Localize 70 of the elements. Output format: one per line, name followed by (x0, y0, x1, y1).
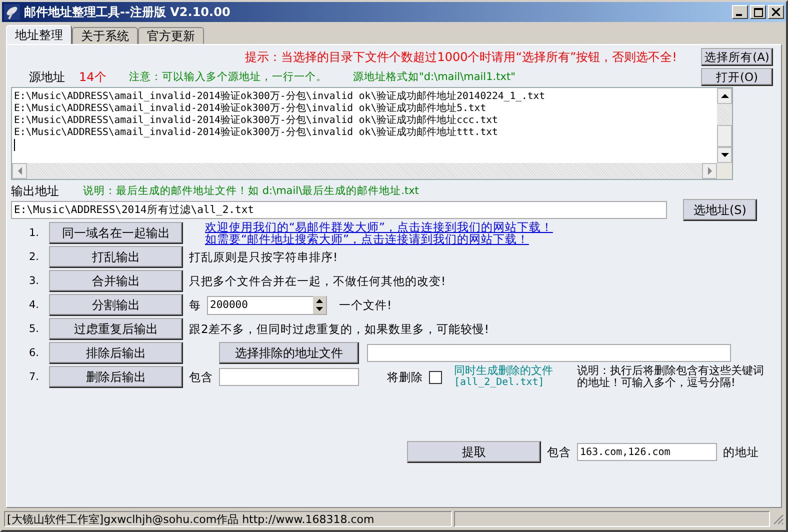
output-note: 说明：最后生成的邮件地址文件！如 d:\mail\最后生成的邮件地址.txt (83, 184, 419, 198)
delete-file-note: 同时生成删除的文件 (454, 365, 553, 377)
tab[interactable]: 关于系统 (72, 27, 138, 44)
format-note: 源地址格式如"d:\mail\mail1.txt" (353, 70, 516, 84)
minimize-button[interactable] (732, 5, 748, 19)
spin-arrows-icon (313, 296, 326, 314)
file-suffix-label: 一个文件! (339, 298, 392, 312)
contains-label: 包含 (189, 370, 213, 384)
extract-button[interactable]: 提取 (407, 441, 541, 463)
vertical-scrollbar[interactable] (717, 88, 732, 179)
source-count: 14个 (79, 68, 108, 86)
delete-description: 说明：执行后将删除包含有这些关键词的地址！可输入多个，逗号分隔! (577, 365, 765, 389)
action-button[interactable]: 排除后输出 (49, 342, 183, 364)
output-label: 输出地址 (11, 182, 59, 200)
window-title: 邮件地址整理工具--注册版 V2.10.00 (24, 4, 232, 20)
source-note: 注意：可以输入多个源地址，一行一个。 (129, 70, 327, 84)
close-button[interactable] (768, 5, 784, 19)
delete-label: 将删除 (387, 370, 423, 384)
step-number: 3. (29, 275, 40, 287)
action-button[interactable]: 打乱输出 (49, 246, 183, 268)
step-number: 4. (29, 299, 40, 311)
tab[interactable]: 官方更新 (138, 27, 204, 44)
status-text: [大镜山软件工作室]gxwclhjh@sohu.com作品 http://www.168318.com (4, 511, 452, 527)
output-path-field[interactable]: E:\Music\ADDRESS\2014所有过滤\all_2.txt (11, 201, 667, 219)
scroll-thumb[interactable] (717, 125, 732, 147)
down-arrow-icon (720, 152, 728, 158)
action-note: 打乱原则是只按字符串排序! (189, 250, 338, 264)
action-note: 只把多个文件合并在一起，不做任何其他的改变! (189, 274, 446, 288)
contains-label: 包含 (547, 444, 571, 460)
source-text-area[interactable] (11, 87, 733, 180)
source-line: E:\Music\ADDRESS\amail_invalid-2014验证ok300万-分包\invalid ok\验证成功邮件地址ccc.txt (14, 115, 499, 126)
step-number: 5. (29, 323, 40, 335)
close-icon (772, 8, 780, 16)
address-suffix-label: 的地址 (723, 444, 759, 460)
action-button[interactable]: 分割输出 (49, 294, 183, 316)
maximize-button[interactable] (750, 5, 766, 19)
source-line: E:\Music\ADDRESS\amail_invalid-2014验证ok300万-分包\invalid ok\验证成功邮件地址5.txt (14, 103, 488, 114)
delete-file-name: [all_2_Del.txt] (454, 377, 546, 389)
resize-grip-icon[interactable] (772, 513, 784, 525)
step-number: 7. (29, 371, 40, 383)
exclude-file-field[interactable] (367, 344, 731, 362)
maximize-icon (754, 8, 762, 16)
step-number: 2. (29, 251, 40, 263)
action-button[interactable]: 同一域名在一起输出 (49, 222, 183, 244)
tab[interactable]: 地址整理 (6, 25, 72, 44)
horizontal-scrollbar[interactable] (12, 163, 717, 179)
split-count-spinner[interactable]: 200000 (207, 296, 327, 314)
action-button[interactable]: 合并输出 (49, 270, 183, 292)
action-note: 跟2差不多，但同时过虑重复的，如果数里多，可能较慢! (189, 322, 489, 336)
select-path-button[interactable]: 选地址(S) (683, 199, 757, 221)
domain-field[interactable]: 163.com,126.com (577, 443, 717, 461)
source-line: E:\Music\ADDRESS\amail_invalid-2014验证ok300万-分包\invalid ok\验证成功邮件地址ttt.txt (14, 127, 499, 139)
open-button[interactable]: 打开(O) (701, 68, 773, 86)
keyword-field[interactable] (219, 368, 359, 386)
each-label: 每 (189, 298, 201, 312)
hint-text: 提示：当选择的目录下文件个数超过1000个时请用“选择所有”按钮，否则选不全! (245, 48, 677, 66)
download-link[interactable]: 如需要“邮件地址搜索大师”，点击连接请到我们的网站下载！ (205, 233, 553, 245)
action-button[interactable]: 过虑重复后输出 (49, 318, 183, 340)
action-button[interactable]: 删除后输出 (49, 366, 183, 388)
source-label: 源地址 (29, 68, 65, 86)
download-link[interactable]: 欢迎使用我们的“易邮件群发大师”，点击连接到我们的网站下载！ (205, 221, 553, 233)
right-arrow-icon (706, 167, 712, 175)
step-number: 1. (29, 227, 40, 239)
up-arrow-icon (720, 93, 728, 99)
step-number: 6. (29, 347, 40, 359)
source-line: E:\Music\ADDRESS\amail_invalid-2014验证ok300万-分包\invalid ok\验证成功邮件地址20140224_1_.txt (14, 91, 546, 102)
left-arrow-icon (16, 167, 22, 175)
exclude-file-button[interactable]: 选择排除的地址文件 (219, 342, 359, 364)
checkbox[interactable] (429, 370, 442, 384)
select-all-button[interactable]: 选择所有(A) (701, 48, 773, 66)
